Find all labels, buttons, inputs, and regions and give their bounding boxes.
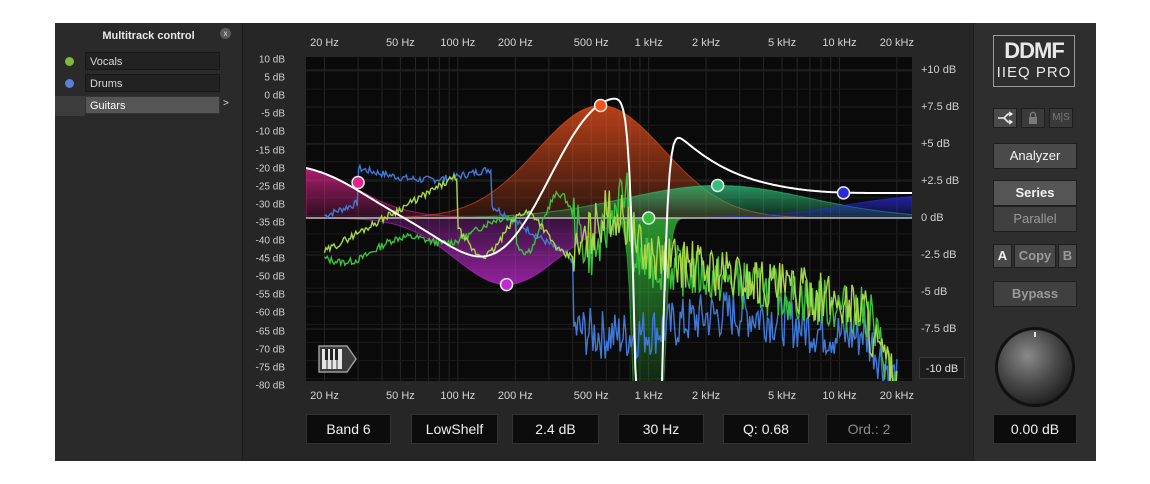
eq-graph[interactable] — [306, 57, 912, 381]
band-handle[interactable] — [710, 178, 725, 193]
chevron-right-icon[interactable]: > — [223, 98, 229, 109]
freq-label: 5 kHz — [767, 37, 797, 49]
output-gain-knob[interactable] — [993, 327, 1077, 411]
band-handle[interactable] — [351, 175, 365, 190]
logo-text-top: DDMF — [1004, 38, 1065, 63]
eq-graph-svg[interactable] — [306, 57, 912, 381]
db-label-left: -10 dB — [255, 126, 285, 138]
db-label-left: 5 dB — [264, 72, 285, 84]
lock-icon — [1029, 111, 1037, 124]
freq-label: 500 Hz — [573, 390, 609, 402]
freq-label: 20 Hz — [310, 390, 339, 402]
parallel-button[interactable]: Parallel — [993, 206, 1077, 232]
db-label-left: -30 dB — [255, 199, 285, 211]
series-button[interactable]: Series — [993, 180, 1077, 206]
track-color-dot — [65, 57, 74, 66]
freq-label: 100 Hz — [440, 390, 476, 402]
db-label-right: +5 dB — [921, 138, 951, 150]
db-label-right: +2.5 dB — [921, 175, 960, 187]
db-label-right: +10 dB — [921, 64, 957, 76]
bypass-button[interactable]: Bypass — [993, 281, 1077, 307]
db-label-right: +7.5 dB — [921, 101, 960, 113]
output-gain-field[interactable]: 0.00 dB — [993, 414, 1077, 444]
freq-label: 2 kHz — [692, 37, 721, 49]
freq-label: 20 kHz — [879, 37, 915, 49]
plugin-window: Multitrack control x Vocals Drums Guitar… — [55, 23, 1096, 461]
freq-label: 10 kHz — [822, 37, 857, 49]
db-label-left: -5 dB — [261, 108, 285, 120]
db-label-left: -45 dB — [255, 253, 285, 265]
db-label-left: -75 dB — [255, 362, 285, 374]
band-handle[interactable] — [836, 186, 851, 200]
track-row-drums[interactable]: Drums — [55, 74, 242, 94]
db-label-right: -5 dB — [921, 286, 948, 298]
preset-a-button[interactable]: A — [993, 244, 1012, 268]
freq-label: 20 kHz — [879, 390, 915, 402]
db-label-left: -80 dB — [255, 380, 285, 392]
freq-label: 1 kHz — [634, 37, 663, 49]
band-handle[interactable] — [499, 277, 514, 292]
db-label-left: -65 dB — [255, 326, 285, 337]
logo-text-bottom: IIEQ PRO — [996, 64, 1072, 81]
freq-label: 10 kHz — [822, 390, 857, 402]
db-label-left: 0 dB — [264, 90, 285, 102]
ms-button[interactable]: M|S — [1049, 108, 1073, 128]
freq-label: 200 Hz — [497, 37, 533, 49]
band-q-field[interactable]: Q: 0.68 — [723, 414, 809, 444]
track-name[interactable]: Guitars — [85, 96, 220, 114]
freq-label: 500 Hz — [573, 37, 609, 49]
db-label-right: 0 dB — [921, 212, 944, 224]
freq-label: 50 Hz — [386, 37, 415, 49]
db-label-left: -55 dB — [255, 289, 285, 301]
copy-button[interactable]: Copy — [1014, 244, 1056, 268]
band-handle[interactable] — [641, 211, 656, 225]
db-label-left: -20 dB — [255, 163, 285, 175]
freq-label: 1 kHz — [634, 390, 663, 402]
freq-label: 200 Hz — [497, 390, 533, 402]
track-row-guitars[interactable]: Guitars > — [55, 96, 242, 116]
db-label-left: -50 dB — [255, 271, 285, 283]
track-row-vocals[interactable]: Vocals — [55, 52, 242, 72]
freq-label: 50 Hz — [386, 390, 415, 402]
db-label-left: -40 dB — [255, 235, 285, 247]
routing-button[interactable] — [993, 108, 1017, 128]
analyzer-button[interactable]: Analyzer — [993, 143, 1077, 169]
db-label-left: -15 dB — [255, 145, 285, 156]
band-selector[interactable]: Band 6 — [306, 414, 391, 444]
preset-b-button[interactable]: B — [1058, 244, 1077, 268]
piano-icon[interactable] — [318, 344, 358, 374]
selection-highlight — [55, 96, 85, 116]
right-panel: DDMF IIEQ PRO M|S Analyzer Series Parall… — [973, 23, 1096, 461]
band-type-selector[interactable]: LowShelf — [411, 414, 498, 444]
freq-label: 20 Hz — [310, 37, 339, 49]
multitrack-panel: Multitrack control x Vocals Drums Guitar… — [55, 23, 243, 461]
lock-button[interactable] — [1021, 108, 1045, 128]
track-name[interactable]: Drums — [85, 74, 220, 92]
ddmf-logo: DDMF IIEQ PRO — [993, 35, 1075, 87]
band-freq-field[interactable]: 30 Hz — [618, 414, 704, 444]
freq-label: 5 kHz — [767, 390, 797, 402]
close-icon[interactable]: x — [220, 28, 231, 39]
track-color-dot — [65, 79, 74, 88]
band-order-field[interactable]: Ord.: 2 — [826, 414, 912, 444]
band-gain-field[interactable]: 2.4 dB — [512, 414, 599, 444]
db-label-left: -35 dB — [255, 217, 285, 229]
band-handle[interactable] — [593, 98, 608, 113]
freq-label: 100 Hz — [440, 37, 476, 49]
multitrack-title: Multitrack control — [102, 30, 195, 42]
track-name[interactable]: Vocals — [85, 52, 220, 70]
display-range-button[interactable]: -10 dB — [919, 357, 965, 379]
route-icon — [998, 111, 1014, 125]
db-label-right: -7.5 dB — [921, 323, 957, 335]
db-label-right: -2.5 dB — [921, 249, 957, 261]
db-label-left: -60 dB — [255, 307, 285, 319]
db-label-left: -25 dB — [255, 181, 285, 193]
db-label-left: -70 dB — [255, 344, 285, 356]
freq-label: 2 kHz — [692, 390, 721, 402]
db-label-left: 10 dB — [258, 54, 285, 66]
